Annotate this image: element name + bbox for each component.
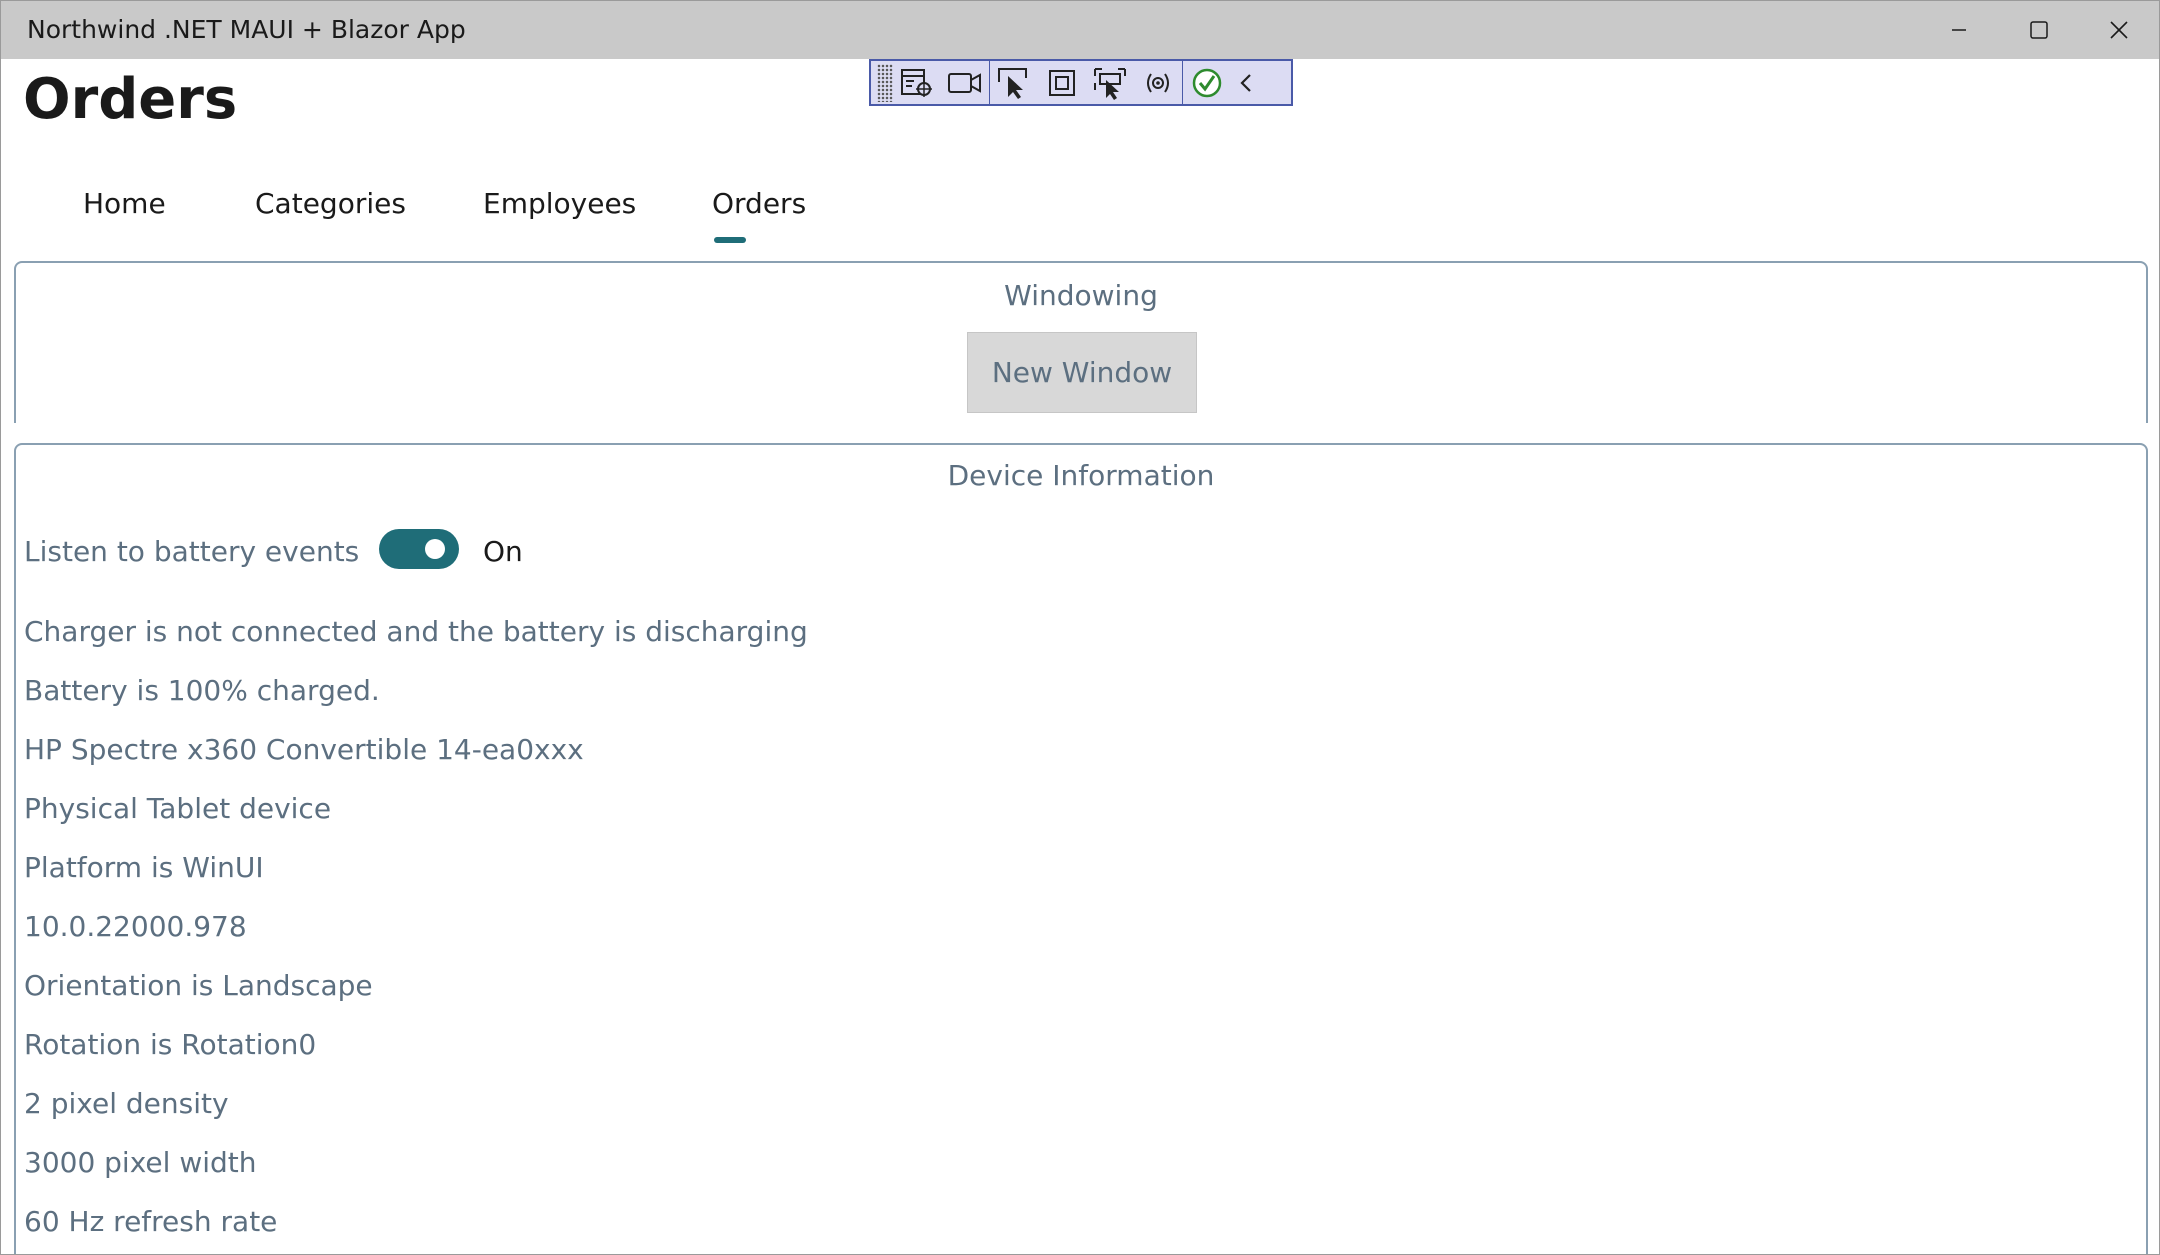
windowing-title: Windowing	[1004, 279, 1158, 312]
pixel-density: 2 pixel density	[24, 1087, 229, 1120]
device-model: HP Spectre x360 Convertible 14-ea0xxx	[24, 733, 584, 766]
maximize-icon	[2030, 21, 2048, 39]
rotation: Rotation is Rotation0	[24, 1028, 317, 1061]
close-icon	[2110, 21, 2128, 39]
grip-icon[interactable]	[877, 63, 893, 102]
live-visual-tree-button[interactable]	[893, 61, 941, 104]
maximize-button[interactable]	[1999, 1, 2079, 59]
tab-categories[interactable]: Categories	[255, 187, 406, 220]
display-layout-adorners-button[interactable]	[1038, 61, 1086, 104]
hot-reload-status-icon	[1192, 68, 1222, 97]
display-layout-adorners-icon	[1049, 69, 1075, 96]
track-focus-icon	[1094, 67, 1126, 100]
record-button[interactable]	[941, 61, 989, 104]
battery-events-row: Listen to battery events On	[24, 529, 824, 573]
binding-failures-button[interactable]	[1134, 61, 1182, 104]
select-element-button[interactable]	[990, 61, 1038, 104]
new-window-button[interactable]: New Window	[967, 332, 1197, 413]
battery-charge-level: Battery is 100% charged.	[24, 674, 380, 707]
pixel-width: 3000 pixel width	[24, 1146, 257, 1179]
track-focus-button[interactable]	[1086, 61, 1134, 104]
selected-tab-indicator	[714, 237, 746, 243]
collapse-toolbar-button[interactable]	[1231, 61, 1261, 104]
xaml-debug-toolbar	[869, 59, 1293, 106]
collapse-icon	[1240, 73, 1251, 92]
live-visual-tree-icon	[901, 68, 932, 97]
refresh-rate: 60 Hz refresh rate	[24, 1205, 278, 1238]
record-icon	[948, 72, 981, 93]
minimize-button[interactable]	[1919, 1, 1999, 59]
tab-employees[interactable]: Employees	[483, 187, 636, 220]
page-title: Orders	[23, 67, 238, 132]
battery-toggle-state: On	[483, 535, 523, 568]
windowing-frame: Windowing New Window	[14, 261, 2148, 423]
tab-orders[interactable]: Orders	[712, 187, 806, 220]
platform: Platform is WinUI	[24, 851, 264, 884]
close-button[interactable]	[2079, 1, 2159, 59]
toggle-knob	[425, 539, 445, 559]
device-information-title: Device Information	[947, 459, 1215, 492]
battery-events-label: Listen to battery events	[24, 535, 360, 568]
minimize-icon	[1952, 29, 1966, 31]
binding-failures-icon	[1147, 72, 1169, 93]
os-version: 10.0.22000.978	[24, 910, 247, 943]
device-information-frame: Device Information Listen to battery eve…	[14, 443, 2148, 1254]
device-type: Physical Tablet device	[24, 792, 332, 825]
nav-tabs: Home Categories Employees Orders	[1, 177, 1001, 249]
hot-reload-status-button[interactable]	[1183, 61, 1231, 104]
title-bar[interactable]: Northwind .NET MAUI + Blazor App	[1, 1, 2159, 59]
charger-status: Charger is not connected and the battery…	[24, 615, 808, 648]
battery-events-toggle[interactable]	[379, 529, 459, 569]
app-window: Northwind .NET MAUI + Blazor App Orders	[0, 0, 2160, 1255]
select-element-icon	[998, 67, 1027, 99]
tab-home[interactable]: Home	[83, 187, 166, 220]
orientation: Orientation is Landscape	[24, 969, 373, 1002]
window-title: Northwind .NET MAUI + Blazor App	[27, 15, 466, 44]
